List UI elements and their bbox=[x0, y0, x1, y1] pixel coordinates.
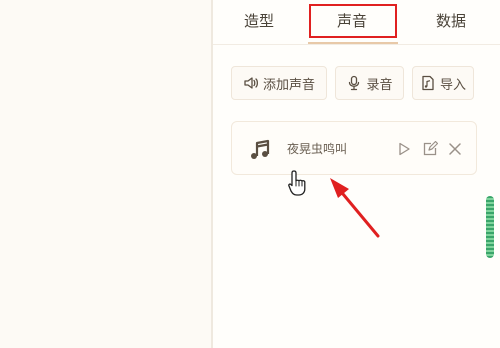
scrollbar-thumb[interactable] bbox=[486, 196, 494, 258]
annotation-arrow-icon bbox=[330, 178, 380, 238]
tabs-divider bbox=[213, 44, 500, 45]
import-label: 导入 bbox=[439, 77, 466, 93]
active-tab-indicator bbox=[308, 42, 398, 44]
tab-costume[interactable]: 造型 bbox=[233, 0, 285, 42]
add-sound-button[interactable]: 添加声音 bbox=[231, 66, 327, 100]
microphone-icon bbox=[349, 75, 360, 91]
tab-sound[interactable]: 声音 bbox=[310, 0, 394, 42]
music-note-icon bbox=[251, 139, 270, 159]
tab-data[interactable]: 数据 bbox=[423, 0, 479, 42]
hand-cursor-icon bbox=[288, 170, 306, 196]
edit-icon[interactable] bbox=[422, 141, 438, 157]
scrollbar[interactable] bbox=[485, 196, 495, 258]
add-sound-label: 添加声音 bbox=[262, 77, 315, 93]
music-file-icon bbox=[422, 75, 434, 91]
play-icon[interactable] bbox=[396, 141, 412, 157]
record-button[interactable]: 录音 bbox=[335, 66, 404, 100]
record-label: 录音 bbox=[366, 77, 393, 93]
sound-list-item[interactable]: 夜晃虫鸣叫 bbox=[231, 121, 477, 175]
speaker-icon bbox=[244, 77, 258, 89]
close-icon[interactable] bbox=[447, 141, 463, 157]
sound-name: 夜晃虫鸣叫 bbox=[287, 142, 348, 156]
import-button[interactable]: 导入 bbox=[412, 66, 474, 100]
stage-area bbox=[0, 0, 211, 348]
